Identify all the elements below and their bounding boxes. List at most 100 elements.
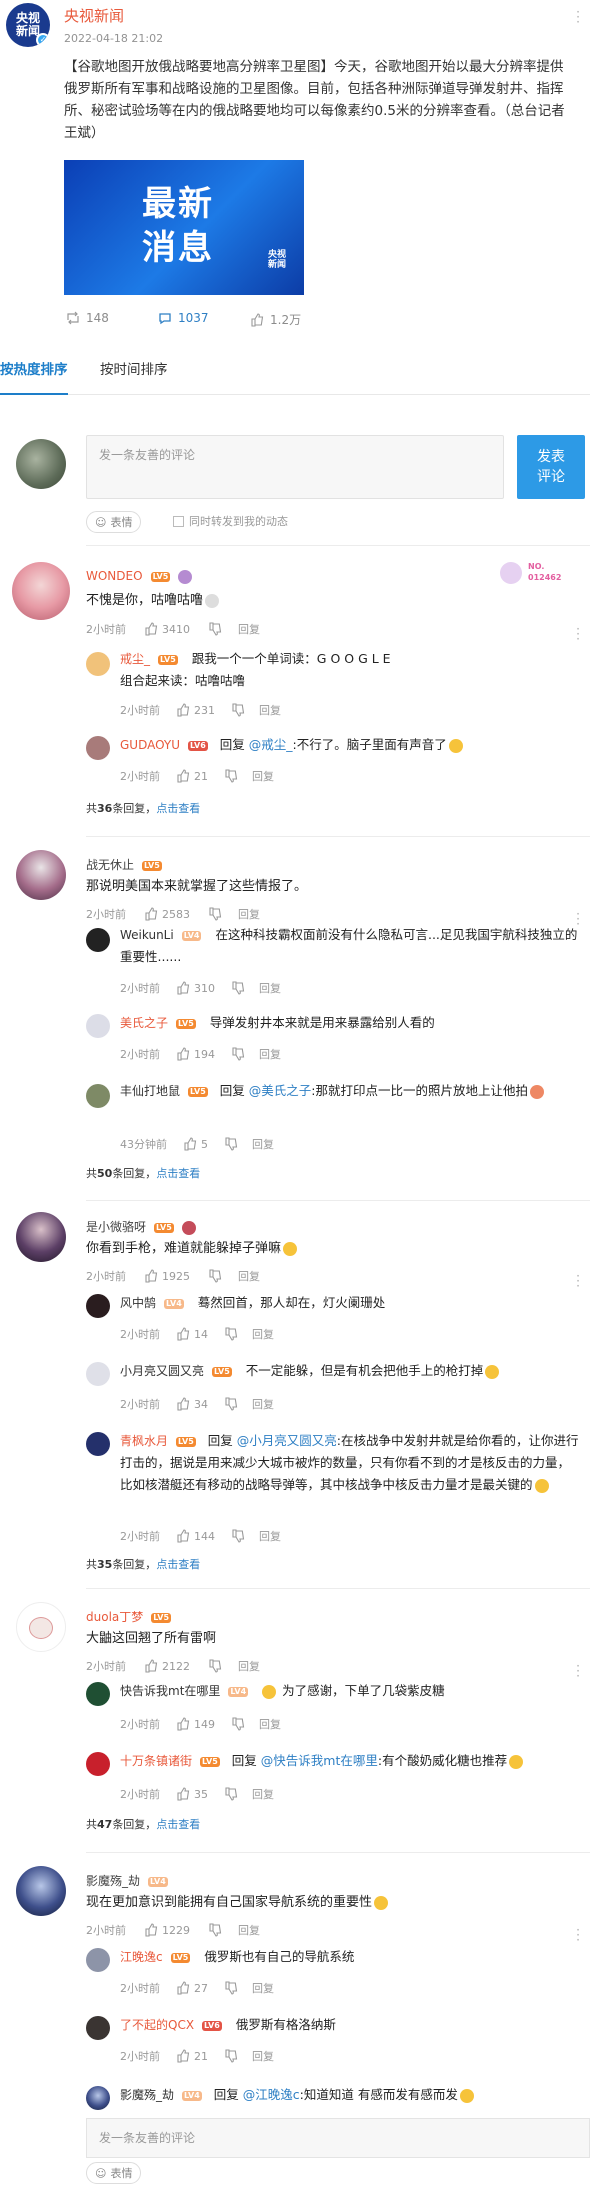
comment-user[interactable]: WONDEO LV5	[86, 569, 193, 584]
bottom-emoji-button[interactable]: ☺ 表情	[86, 2162, 142, 2184]
reply-user[interactable]: 丰仙打地鼠 LV5	[120, 1084, 208, 1098]
like-button[interactable]: 21	[176, 769, 208, 783]
reply-user-name[interactable]: 十万条镇诸街	[120, 1754, 192, 1768]
reply-user-name[interactable]: 江晚逸c	[120, 1950, 163, 1964]
dislike-button[interactable]	[208, 1659, 222, 1673]
reply-user[interactable]: 小月亮又圆又亮 LV5	[120, 1364, 232, 1378]
reply-user[interactable]: 江晚逸c LV5	[120, 1950, 191, 1964]
reply-user[interactable]: 戒尘_ LV5	[120, 652, 178, 666]
reply-button[interactable]: 回复	[238, 621, 260, 637]
dislike-button[interactable]	[224, 1787, 238, 1801]
reply-button[interactable]: 回复	[238, 1922, 260, 1938]
author-name[interactable]: 央视新闻	[64, 5, 124, 26]
like-button[interactable]: 1.2万	[250, 311, 301, 328]
reply-avatar[interactable]	[86, 1752, 110, 1776]
reply-user[interactable]: 青枫水月 LV5	[120, 1434, 196, 1448]
comment-user-name[interactable]: 战无休止	[86, 858, 134, 872]
reply-user[interactable]: 美氏之子 LV5	[120, 1016, 196, 1030]
tab-hot[interactable]: 按热度排序	[0, 358, 68, 395]
reply-avatar[interactable]	[86, 1432, 110, 1456]
reply-avatar[interactable]	[86, 1948, 110, 1972]
dislike-button[interactable]	[224, 769, 238, 783]
dislike-button[interactable]	[231, 1717, 245, 1731]
comment-button[interactable]: 1037	[158, 311, 209, 325]
reply-button[interactable]: 回复	[252, 2048, 274, 2064]
reply-button[interactable]: 回复	[252, 1396, 274, 1412]
reply-button[interactable]: 回复	[259, 1716, 281, 1732]
like-button[interactable]: 21	[176, 2049, 208, 2063]
dislike-button[interactable]	[224, 1981, 238, 1995]
send-comment-button[interactable]: 发表 评论	[517, 435, 585, 499]
reply-button[interactable]: 回复	[252, 1786, 274, 1802]
like-button[interactable]: 35	[176, 1787, 208, 1801]
like-button[interactable]: 14	[176, 1327, 208, 1341]
like-button[interactable]: 194	[176, 1047, 215, 1061]
reply-user[interactable]: GUDAOYU LV6	[120, 738, 208, 752]
reply-user-name[interactable]: 戒尘_	[120, 652, 150, 666]
reply-mention[interactable]: @美氏之子	[249, 1083, 312, 1098]
reply-avatar[interactable]	[86, 736, 110, 760]
dislike-button[interactable]	[224, 1327, 238, 1341]
more-dots-icon[interactable]: · · ·	[574, 623, 582, 645]
news-image[interactable]: 最新 消息 央视 新闻	[64, 160, 304, 295]
dislike-button[interactable]	[224, 2049, 238, 2063]
reply-button[interactable]: 回复	[238, 1268, 260, 1284]
reply-mention[interactable]: @快告诉我mt在哪里	[261, 1753, 378, 1768]
reply-avatar[interactable]	[86, 1294, 110, 1318]
reply-button[interactable]: 回复	[252, 1136, 274, 1152]
comment-avatar[interactable]	[16, 850, 66, 900]
like-button[interactable]: 1925	[144, 1269, 190, 1283]
comment-avatar[interactable]	[16, 1602, 66, 1652]
like-button[interactable]: 149	[176, 1717, 215, 1731]
comment-user-name[interactable]: 是小微骆呀	[86, 1220, 146, 1234]
dislike-button[interactable]	[208, 907, 222, 921]
comment-input[interactable]: 发一条友善的评论	[86, 435, 504, 499]
reply-user[interactable]: 风中鹄 LV4	[120, 1296, 184, 1310]
reply-user-name[interactable]: 了不起的QCX	[120, 2018, 194, 2032]
view-more-link[interactable]: 点击查看	[156, 802, 200, 815]
reply-user-name[interactable]: WeikunLi	[120, 928, 174, 942]
dislike-button[interactable]	[231, 703, 245, 717]
comment-user[interactable]: 是小微骆呀 LV5	[86, 1218, 196, 1235]
reply-mention[interactable]: @小月亮又圆又亮	[237, 1433, 337, 1448]
reply-user-name[interactable]: 快告诉我mt在哪里	[120, 1684, 220, 1698]
reply-user[interactable]: 快告诉我mt在哪里 LV4	[120, 1684, 249, 1698]
reply-user-name[interactable]: 影魔殇_劫	[120, 2088, 174, 2102]
dislike-button[interactable]	[224, 1137, 238, 1151]
reply-user-name[interactable]: GUDAOYU	[120, 738, 180, 752]
reply-user[interactable]: 影魔殇_劫 LV4	[120, 2088, 202, 2102]
comment-user[interactable]: 战无休止 LV5	[86, 856, 162, 873]
view-more-link[interactable]: 点击查看	[156, 1167, 200, 1180]
reply-button[interactable]: 回复	[259, 702, 281, 718]
reply-button[interactable]: 回复	[238, 1658, 260, 1674]
dislike-button[interactable]	[208, 1269, 222, 1283]
comment-user-name[interactable]: WONDEO	[86, 569, 143, 583]
dislike-button[interactable]	[231, 1529, 245, 1543]
reply-mention[interactable]: @江晚逸c	[243, 2087, 300, 2102]
comment-user[interactable]: 影魔殇_劫 LV4	[86, 1872, 168, 1889]
dislike-button[interactable]	[208, 1923, 222, 1937]
view-more-link[interactable]: 点击查看	[156, 1818, 200, 1831]
dislike-button[interactable]	[224, 1397, 238, 1411]
comment-user-name[interactable]: duola丁梦	[86, 1610, 143, 1624]
reply-button[interactable]: 回复	[259, 1528, 281, 1544]
reply-user-name[interactable]: 美氏之子	[120, 1016, 168, 1030]
reply-user-name[interactable]: 小月亮又圆又亮	[120, 1364, 204, 1378]
reply-user-name[interactable]: 丰仙打地鼠	[120, 1084, 180, 1098]
reply-avatar[interactable]	[86, 2016, 110, 2040]
comment-avatar[interactable]	[16, 1866, 66, 1916]
more-dots-icon[interactable]: · · ·	[574, 1270, 582, 1292]
comment-avatar[interactable]	[12, 562, 70, 620]
more-dots-icon[interactable]: · · ·	[574, 6, 582, 28]
more-dots-icon[interactable]: · · ·	[574, 1924, 582, 1946]
comment-user-name[interactable]: 影魔殇_劫	[86, 1874, 140, 1888]
author-avatar[interactable]: 央视 新闻 ✓	[6, 3, 50, 47]
like-button[interactable]: 2583	[144, 907, 190, 921]
like-button[interactable]: 1229	[144, 1923, 190, 1937]
reply-button[interactable]: 回复	[252, 768, 274, 784]
reply-mention[interactable]: @戒尘_	[249, 737, 293, 752]
also-post-checkbox[interactable]: 同时转发到我的动态	[173, 513, 288, 529]
reply-avatar[interactable]	[86, 928, 110, 952]
more-dots-icon[interactable]: · · ·	[574, 1660, 582, 1682]
reply-avatar[interactable]	[86, 652, 110, 676]
